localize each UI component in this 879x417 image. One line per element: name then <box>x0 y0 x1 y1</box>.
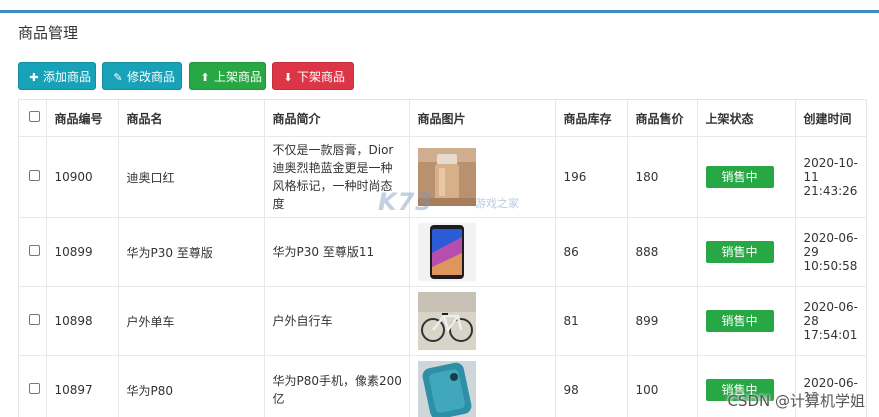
product-stock: 86 <box>555 217 628 287</box>
product-price: 899 <box>627 286 698 356</box>
table-header-row: 商品编号 商品名 商品简介 商品图片 商品库存 商品售价 上架状态 创建时间 <box>19 100 866 137</box>
delist-product-button[interactable]: ⬇ 下架商品 <box>272 62 354 90</box>
created-date: 2020-06-29 <box>803 231 858 259</box>
product-id: 10897 <box>46 355 119 417</box>
product-description: 华为P30 至尊版11 <box>264 217 410 287</box>
footer-credit: CSDN @计算机学姐 <box>727 392 865 410</box>
created-time: 2020-06-28 17:54:01 <box>795 286 866 356</box>
product-price: 888 <box>627 217 698 287</box>
column-header[interactable]: 商品库存 <box>555 100 628 137</box>
created-clock: 17:54:01 <box>803 328 858 342</box>
column-header[interactable]: 商品图片 <box>409 100 556 137</box>
column-header[interactable]: 商品名 <box>118 100 265 137</box>
product-image-cell <box>409 217 556 287</box>
list-product-label: 上架商品 <box>214 70 263 84</box>
product-image-cell <box>409 286 556 356</box>
row-checkbox[interactable] <box>29 383 40 394</box>
status-cell: 销售中 <box>697 136 796 218</box>
column-header[interactable]: 商品售价 <box>627 100 698 137</box>
column-header[interactable]: 商品编号 <box>46 100 119 137</box>
select-all-checkbox[interactable] <box>29 111 40 122</box>
status-cell: 销售中 <box>697 217 796 287</box>
product-name: 华为P80 <box>118 355 265 417</box>
product-table: 商品编号 商品名 商品简介 商品图片 商品库存 商品售价 上架状态 创建时间 1… <box>18 99 867 417</box>
arrow-down-icon: ⬇ <box>283 71 293 84</box>
bicycle-product-image <box>417 292 476 350</box>
delist-product-label: 下架商品 <box>297 70 346 84</box>
watermark-text: 游戏之家 <box>475 197 519 210</box>
list-product-button[interactable]: ⬆ 上架商品 <box>189 62 266 90</box>
plus-icon: ✚ <box>29 71 39 84</box>
edit-product-button[interactable]: ✎ 修改商品 <box>102 62 182 90</box>
arrow-up-icon: ⬆ <box>200 71 210 84</box>
phone-product-image <box>417 223 476 281</box>
status-badge[interactable]: 销售中 <box>705 166 774 188</box>
product-description: 华为P80手机，像素200亿 <box>264 355 410 417</box>
product-description: 户外自行车 <box>264 286 410 356</box>
product-image-cell <box>409 355 556 417</box>
created-clock: 10:50:58 <box>803 259 858 273</box>
row-checkbox[interactable] <box>29 314 40 325</box>
product-stock: 196 <box>555 136 628 218</box>
created-date: 2020-06-28 <box>803 300 858 328</box>
product-price: 180 <box>627 136 698 218</box>
watermark-logo: K73 <box>378 188 433 216</box>
product-id: 10898 <box>46 286 119 356</box>
created-clock: 21:43:26 <box>803 184 858 198</box>
edit-icon: ✎ <box>113 71 123 84</box>
created-time: 2020-10-11 21:43:26 <box>795 136 866 218</box>
table-row[interactable]: 10900 迪奥口红 不仅是一款唇膏，Dior迪奥烈艳蓝金更是一种风格标记，一种… <box>19 136 866 218</box>
created-time: 2020-06-29 10:50:58 <box>795 217 866 287</box>
status-badge[interactable]: 销售中 <box>705 310 774 332</box>
column-header[interactable]: 商品简介 <box>264 100 410 137</box>
product-stock: 81 <box>555 286 628 356</box>
add-product-label: 添加商品 <box>43 70 92 84</box>
edit-product-label: 修改商品 <box>127 70 176 84</box>
select-all-cell <box>19 100 47 137</box>
product-name: 户外单车 <box>118 286 265 356</box>
status-badge[interactable]: 销售中 <box>705 241 774 263</box>
phone-blue-product-image <box>417 361 476 417</box>
page-title: 商品管理 <box>18 24 79 42</box>
column-header[interactable]: 上架状态 <box>697 100 796 137</box>
column-header[interactable]: 创建时间 <box>795 100 866 137</box>
row-checkbox[interactable] <box>29 170 40 181</box>
table-row[interactable]: 10898 户外单车 户外自行车 81 899 销售中 2020-06-28 1… <box>19 286 866 356</box>
row-checkbox[interactable] <box>29 245 40 256</box>
created-date: 2020-10-11 <box>803 156 858 184</box>
product-name: 华为P30 至尊版 <box>118 217 265 287</box>
product-stock: 98 <box>555 355 628 417</box>
status-cell: 销售中 <box>697 286 796 356</box>
panel-accent-line <box>0 10 879 13</box>
product-id: 10900 <box>46 136 119 218</box>
table-row[interactable]: 10899 华为P30 至尊版 华为P30 至尊版11 86 888 销售中 2… <box>19 217 866 287</box>
product-price: 100 <box>627 355 698 417</box>
product-id: 10899 <box>46 217 119 287</box>
product-name: 迪奥口红 <box>118 136 265 218</box>
add-product-button[interactable]: ✚ 添加商品 <box>18 62 96 90</box>
